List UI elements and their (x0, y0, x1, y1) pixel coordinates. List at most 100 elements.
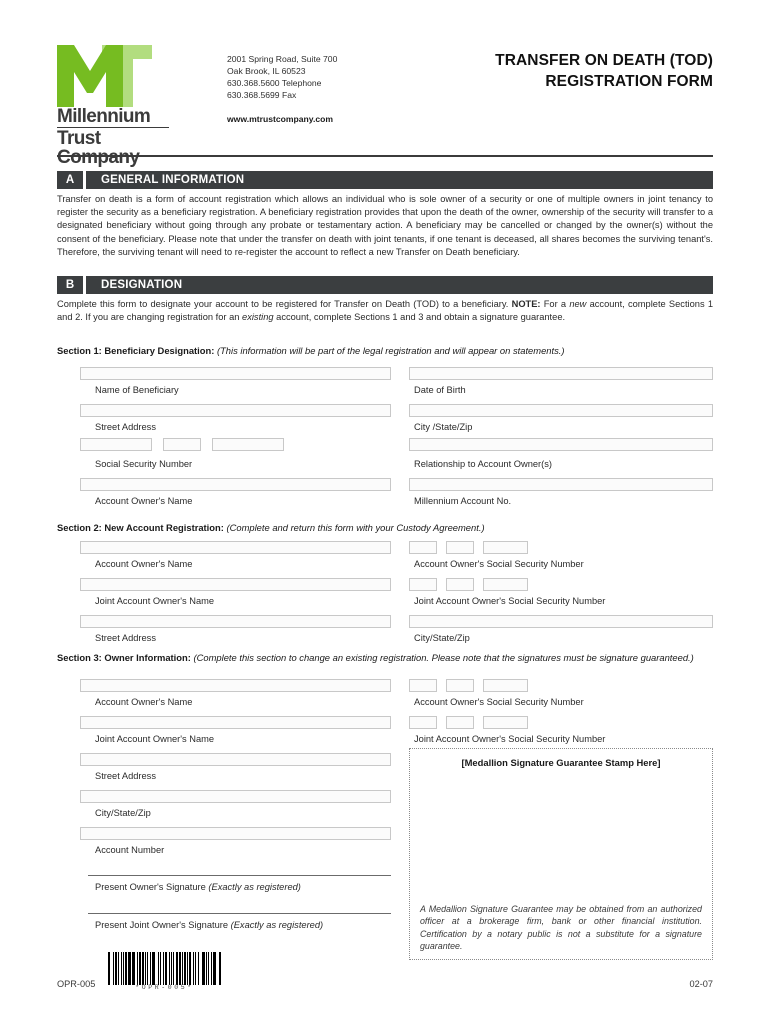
section-b-title: DESIGNATION (101, 279, 183, 291)
address-line-4: 630.368.5699 Fax (227, 90, 297, 101)
section3-owner-ssn-part1-input[interactable] (409, 679, 437, 692)
company-website-link[interactable]: www.mtrustcompany.com (227, 113, 337, 125)
beneficiary-name-input[interactable] (80, 367, 391, 380)
section-1-note: (This information will be part of the le… (216, 345, 565, 356)
section-a-separator (83, 171, 86, 189)
address-line-1: 2001 Spring Road, Suite 700 (227, 54, 338, 64)
company-name: Millennium Trust Company (57, 107, 169, 168)
section-b-note-label: NOTE: (511, 299, 541, 309)
present-joint-owner-signature-note: (Exactly as registered) (230, 920, 324, 930)
millennium-mt-logo-icon (57, 45, 152, 107)
beneficiary-citystatezip-input[interactable] (409, 404, 713, 417)
section3-owner-ssn-part3-input[interactable] (483, 679, 528, 692)
section1-account-owner-name-label: Account Owner's Name (95, 496, 193, 506)
section-b-body-part4: account, complete Sections 1 and 3 and o… (273, 312, 566, 323)
section3-street-label: Street Address (95, 771, 156, 781)
section3-street-input[interactable] (80, 753, 391, 766)
beneficiary-ssn-part3-input[interactable] (212, 438, 284, 451)
section3-citystatezip-label: City/State/Zip (95, 808, 151, 818)
millennium-account-no-input[interactable] (409, 478, 713, 491)
address-line-2: Oak Brook, IL 60523 (227, 66, 306, 77)
medallion-stamp-box[interactable]: [Medallion Signature Guarantee Stamp Her… (409, 748, 713, 960)
section-3-heading: Section 3: Owner Information: (Complete … (57, 651, 713, 664)
barcode-text: *OPR-005* (135, 984, 194, 991)
section2-joint-ssn-part3-input[interactable] (483, 578, 528, 591)
section-3-label: Section 3: Owner Information: (57, 652, 191, 663)
medallion-note: A Medallion Signature Guarantee may be o… (420, 904, 702, 951)
present-owner-signature-line[interactable] (88, 875, 391, 876)
present-owner-signature-label: Present Owner's Signature (Exactly as re… (95, 882, 301, 893)
company-name-line1: Millennium (57, 107, 169, 128)
section-2-heading: Section 2: New Account Registration: (Co… (57, 521, 713, 534)
section3-joint-owner-name-label: Joint Account Owner's Name (95, 734, 215, 744)
section2-citystatezip-label: City/State/Zip (414, 633, 470, 643)
section-a-title: GENERAL INFORMATION (101, 174, 245, 186)
company-logo: Millennium Trust Company (57, 45, 169, 167)
section1-account-owner-name-input[interactable] (80, 478, 391, 491)
section2-owner-ssn-part3-input[interactable] (483, 541, 528, 554)
medallion-stamp-title: [Medallion Signature Guarantee Stamp Her… (461, 757, 661, 768)
section3-joint-ssn-label: Joint Account Owner's Social Security Nu… (414, 734, 606, 744)
section-a-body: Transfer on death is a form of account r… (57, 194, 713, 257)
section3-joint-ssn-part2-input[interactable] (446, 716, 474, 729)
section-b-header: B DESIGNATION (57, 276, 713, 294)
section3-joint-ssn-part3-input[interactable] (483, 716, 528, 729)
section3-account-number-input[interactable] (80, 827, 391, 840)
present-owner-signature-note: (Exactly as registered) (208, 882, 301, 892)
section2-citystatezip-input[interactable] (409, 615, 713, 628)
section3-owner-ssn-part2-input[interactable] (446, 679, 474, 692)
section-b-body: Complete this form to designate your acc… (57, 298, 713, 324)
section3-joint-ssn-part1-input[interactable] (409, 716, 437, 729)
beneficiary-ssn-part2-input[interactable] (163, 438, 201, 451)
beneficiary-ssn-label: Social Security Number (95, 459, 193, 469)
section2-joint-ssn-part1-input[interactable] (409, 578, 437, 591)
section-b-body-part2: For a (540, 299, 570, 309)
beneficiary-dob-input[interactable] (409, 367, 713, 380)
section2-owner-ssn-part1-input[interactable] (409, 541, 437, 554)
section3-account-number-label: Account Number (95, 845, 165, 855)
section2-joint-owner-name-input[interactable] (80, 578, 391, 591)
section2-joint-ssn-part2-input[interactable] (446, 578, 474, 591)
beneficiary-relationship-label: Relationship to Account Owner(s) (414, 459, 552, 469)
beneficiary-name-label: Name of Beneficiary (95, 385, 179, 395)
millennium-account-no-label: Millennium Account No. (414, 496, 512, 506)
page-title: TRANSFER ON DEATH (TOD) REGISTRATION FOR… (495, 50, 713, 92)
section3-owner-ssn-label: Account Owner's Social Security Number (414, 697, 584, 707)
beneficiary-street-input[interactable] (80, 404, 391, 417)
section-a-header: A GENERAL INFORMATION (57, 171, 713, 189)
address-line-3: 630.368.5600 Telephone (227, 78, 322, 89)
section-3-note: (Complete this section to change an exis… (193, 652, 694, 663)
section-2-note: (Complete and return this form with your… (226, 522, 485, 533)
beneficiary-citystatezip-label: City /State/Zip (414, 422, 473, 432)
present-joint-owner-signature-line[interactable] (88, 913, 391, 914)
beneficiary-ssn-part1-input[interactable] (80, 438, 152, 451)
section3-citystatezip-input[interactable] (80, 790, 391, 803)
page-header: Millennium Trust Company 2001 Spring Roa… (57, 45, 713, 167)
present-joint-owner-signature-label: Present Joint Owner's Signature (Exactly… (95, 920, 323, 931)
company-name-line2: Trust Company (57, 127, 140, 168)
page-title-line1: TRANSFER ON DEATH (TOD) (495, 52, 713, 69)
section-a-letter: A (57, 171, 83, 189)
section2-owner-ssn-label: Account Owner's Social Security Number (414, 559, 584, 569)
form-page: Millennium Trust Company 2001 Spring Roa… (0, 0, 770, 1024)
section2-street-label: Street Address (95, 633, 156, 643)
section2-joint-ssn-label: Joint Account Owner's Social Security Nu… (414, 596, 606, 606)
section-b-letter: B (57, 276, 83, 294)
section3-account-owner-name-label: Account Owner's Name (95, 697, 193, 707)
present-owner-signature-text: Present Owner's Signature (95, 882, 206, 892)
section-b-italic-existing: existing (242, 312, 274, 323)
section-1-label: Section 1: Beneficiary Designation: (57, 345, 215, 356)
present-joint-owner-signature-text: Present Joint Owner's Signature (95, 920, 229, 930)
form-code-label: OPR-005 (57, 979, 96, 989)
header-divider (57, 155, 713, 157)
barcode-bars (108, 952, 221, 985)
section2-owner-ssn-part2-input[interactable] (446, 541, 474, 554)
section2-account-owner-name-label: Account Owner's Name (95, 559, 193, 569)
section3-account-owner-name-input[interactable] (80, 679, 391, 692)
section-1-heading: Section 1: Beneficiary Designation: (Thi… (57, 344, 713, 357)
section3-joint-owner-name-input[interactable] (80, 716, 391, 729)
section2-account-owner-name-input[interactable] (80, 541, 391, 554)
beneficiary-relationship-input[interactable] (409, 438, 713, 451)
barcode: *OPR-005* (108, 952, 221, 992)
section2-street-input[interactable] (80, 615, 391, 628)
